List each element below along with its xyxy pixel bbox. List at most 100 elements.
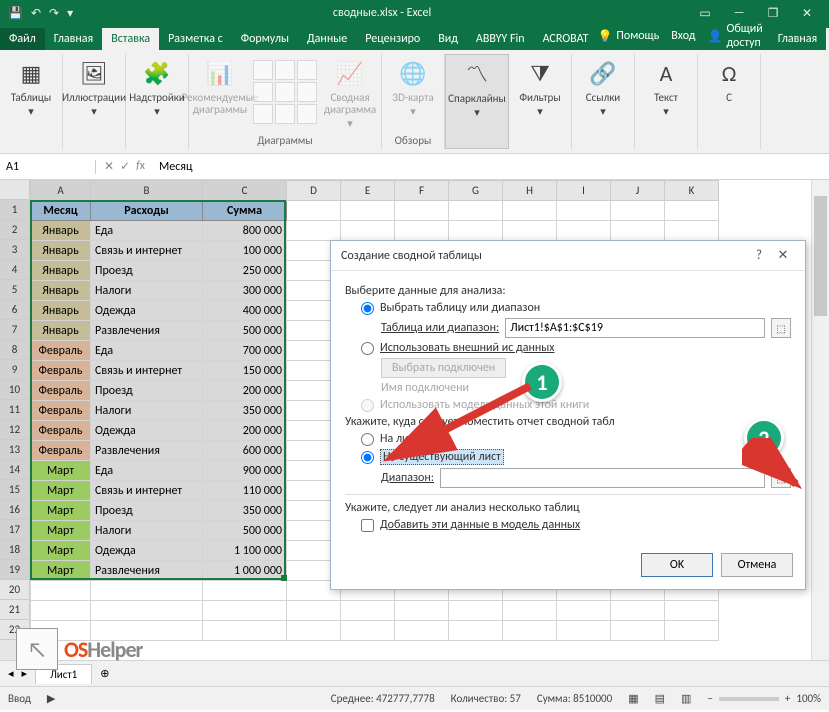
zoom-level[interactable]: 100%	[796, 692, 821, 705]
macro-icon[interactable]: ▶	[47, 692, 55, 705]
cell-amount[interactable]: 1 000 000	[203, 561, 287, 581]
cell-category[interactable]: Связь и интернет	[91, 481, 203, 501]
row-header[interactable]: 10	[0, 380, 29, 400]
row-header[interactable]: 7	[0, 320, 29, 340]
tab-3[interactable]: Формулы	[232, 28, 298, 50]
range-picker-icon[interactable]: ⬚	[771, 318, 791, 338]
cell-month[interactable]: Март	[31, 561, 91, 581]
row-header[interactable]: 19	[0, 560, 29, 580]
cell-month[interactable]: Январь	[31, 281, 91, 301]
undo-icon[interactable]: ↶	[31, 6, 41, 21]
cell-category[interactable]: Одежда	[91, 301, 203, 321]
row-header[interactable]: 15	[0, 480, 29, 500]
recommended-charts-button[interactable]: 📊Рекомендуемые диаграммы	[195, 56, 245, 118]
tab-8[interactable]: ACROBAT	[534, 28, 598, 50]
pivot-chart-button[interactable]: 📈Сводная диаграмма▾	[325, 56, 375, 132]
cell-amount[interactable]: 1 100 000	[203, 541, 287, 561]
row-header[interactable]: 3	[0, 240, 29, 260]
col-header[interactable]: I	[557, 181, 611, 201]
cell-category[interactable]: Связь и интернет	[91, 241, 203, 261]
cell-month[interactable]: Февраль	[31, 421, 91, 441]
row-header[interactable]: 16	[0, 500, 29, 520]
col-header[interactable]: A	[31, 181, 91, 201]
cell-category[interactable]: Связь и интернет	[91, 361, 203, 381]
cell-amount[interactable]: 350 000	[203, 501, 287, 521]
cell-month[interactable]: Март	[31, 541, 91, 561]
share-icon[interactable]: 👤	[708, 29, 723, 44]
col-header[interactable]: B	[91, 181, 203, 201]
tab-0[interactable]: Главная	[45, 28, 102, 50]
zoom-out-icon[interactable]: −	[707, 692, 712, 705]
zoom-in-icon[interactable]: +	[785, 692, 790, 705]
sheet-nav-prev-icon[interactable]: ◂	[8, 667, 14, 680]
cell-amount[interactable]: 110 000	[203, 481, 287, 501]
cell-category[interactable]: Еда	[91, 461, 203, 481]
addins-button[interactable]: 🧩Надстройки▾	[132, 56, 182, 120]
cell-amount[interactable]: 150 000	[203, 361, 287, 381]
tab-6[interactable]: Вид	[429, 28, 467, 50]
qat-more-icon[interactable]: ▾	[67, 6, 73, 21]
tab-5[interactable]: Рецензиро	[356, 28, 429, 50]
view-layout-icon[interactable]: ▤	[655, 692, 665, 705]
cell-category[interactable]: Проезд	[91, 381, 203, 401]
close-icon[interactable]: ✕	[793, 6, 821, 21]
col-header[interactable]: E	[341, 181, 395, 201]
symbols-button[interactable]: ΩС	[704, 56, 754, 106]
cancel-formula-icon[interactable]: ✕	[104, 159, 114, 174]
cell-month[interactable]: Февраль	[31, 441, 91, 461]
redo-icon[interactable]: ↷	[49, 6, 59, 21]
col-header[interactable]: C	[203, 181, 287, 201]
confirm-formula-icon[interactable]: ✓	[120, 159, 130, 174]
name-box[interactable]: A1	[0, 160, 96, 174]
ok-button[interactable]: OK	[641, 553, 713, 577]
cell-month[interactable]: Март	[31, 481, 91, 501]
cell-month[interactable]: Февраль	[31, 361, 91, 381]
cell-month[interactable]: Январь	[31, 241, 91, 261]
cell-category[interactable]: Еда	[91, 341, 203, 361]
row-header[interactable]: 18	[0, 540, 29, 560]
zoom-slider[interactable]	[719, 697, 779, 701]
save-icon[interactable]: 💾	[8, 6, 23, 21]
cell-amount[interactable]: 350 000	[203, 401, 287, 421]
cell-category[interactable]: Одежда	[91, 541, 203, 561]
cell-amount[interactable]: 200 000	[203, 421, 287, 441]
cell-month[interactable]: Март	[31, 521, 91, 541]
formula-input[interactable]: Месяц	[153, 160, 829, 174]
sparklines-button[interactable]: 〽Спарклайны▾	[452, 57, 502, 121]
filters-button[interactable]: ⧩Фильтры▾	[515, 56, 565, 120]
row-header[interactable]: 9	[0, 360, 29, 380]
cell-month[interactable]: Январь	[31, 261, 91, 281]
tab-file[interactable]: Файл	[0, 28, 45, 50]
row-header[interactable]: 20	[0, 580, 29, 600]
cell-amount[interactable]: 200 000	[203, 381, 287, 401]
row-header[interactable]: 6	[0, 300, 29, 320]
row-header[interactable]: 14	[0, 460, 29, 480]
row-header[interactable]: 12	[0, 420, 29, 440]
cell-category[interactable]: Налоги	[91, 521, 203, 541]
cell-amount[interactable]: 100 000	[203, 241, 287, 261]
ribbon-options-icon[interactable]: ▭	[691, 6, 719, 21]
view-normal-icon[interactable]: ▦	[628, 692, 638, 705]
cell-category[interactable]: Развлечения	[91, 561, 203, 581]
tab-7[interactable]: ABBYY Fin	[467, 28, 534, 50]
col-header[interactable]: J	[611, 181, 665, 201]
row-header[interactable]: 2	[0, 220, 29, 240]
fx-icon[interactable]: fx	[136, 159, 145, 174]
checkbox-add-to-model[interactable]	[361, 519, 374, 532]
cell-month[interactable]: Январь	[31, 221, 91, 241]
cell-category[interactable]: Еда	[91, 221, 203, 241]
cell-month[interactable]: Февраль	[31, 341, 91, 361]
cell-amount[interactable]: 900 000	[203, 461, 287, 481]
row-header[interactable]: 11	[0, 400, 29, 420]
links-button[interactable]: 🔗Ссылки▾	[578, 56, 628, 120]
row-header[interactable]: 17	[0, 520, 29, 540]
col-header[interactable]: K	[665, 181, 719, 201]
table-header-cell[interactable]: Месяц	[31, 201, 91, 221]
cell-month[interactable]: Март	[31, 501, 91, 521]
radio-existing-sheet[interactable]	[361, 451, 374, 464]
col-header[interactable]: D	[287, 181, 341, 201]
dialog-close-icon[interactable]: ✕	[771, 248, 795, 263]
cell-amount[interactable]: 500 000	[203, 521, 287, 541]
col-header[interactable]: G	[449, 181, 503, 201]
cell-amount[interactable]: 250 000	[203, 261, 287, 281]
